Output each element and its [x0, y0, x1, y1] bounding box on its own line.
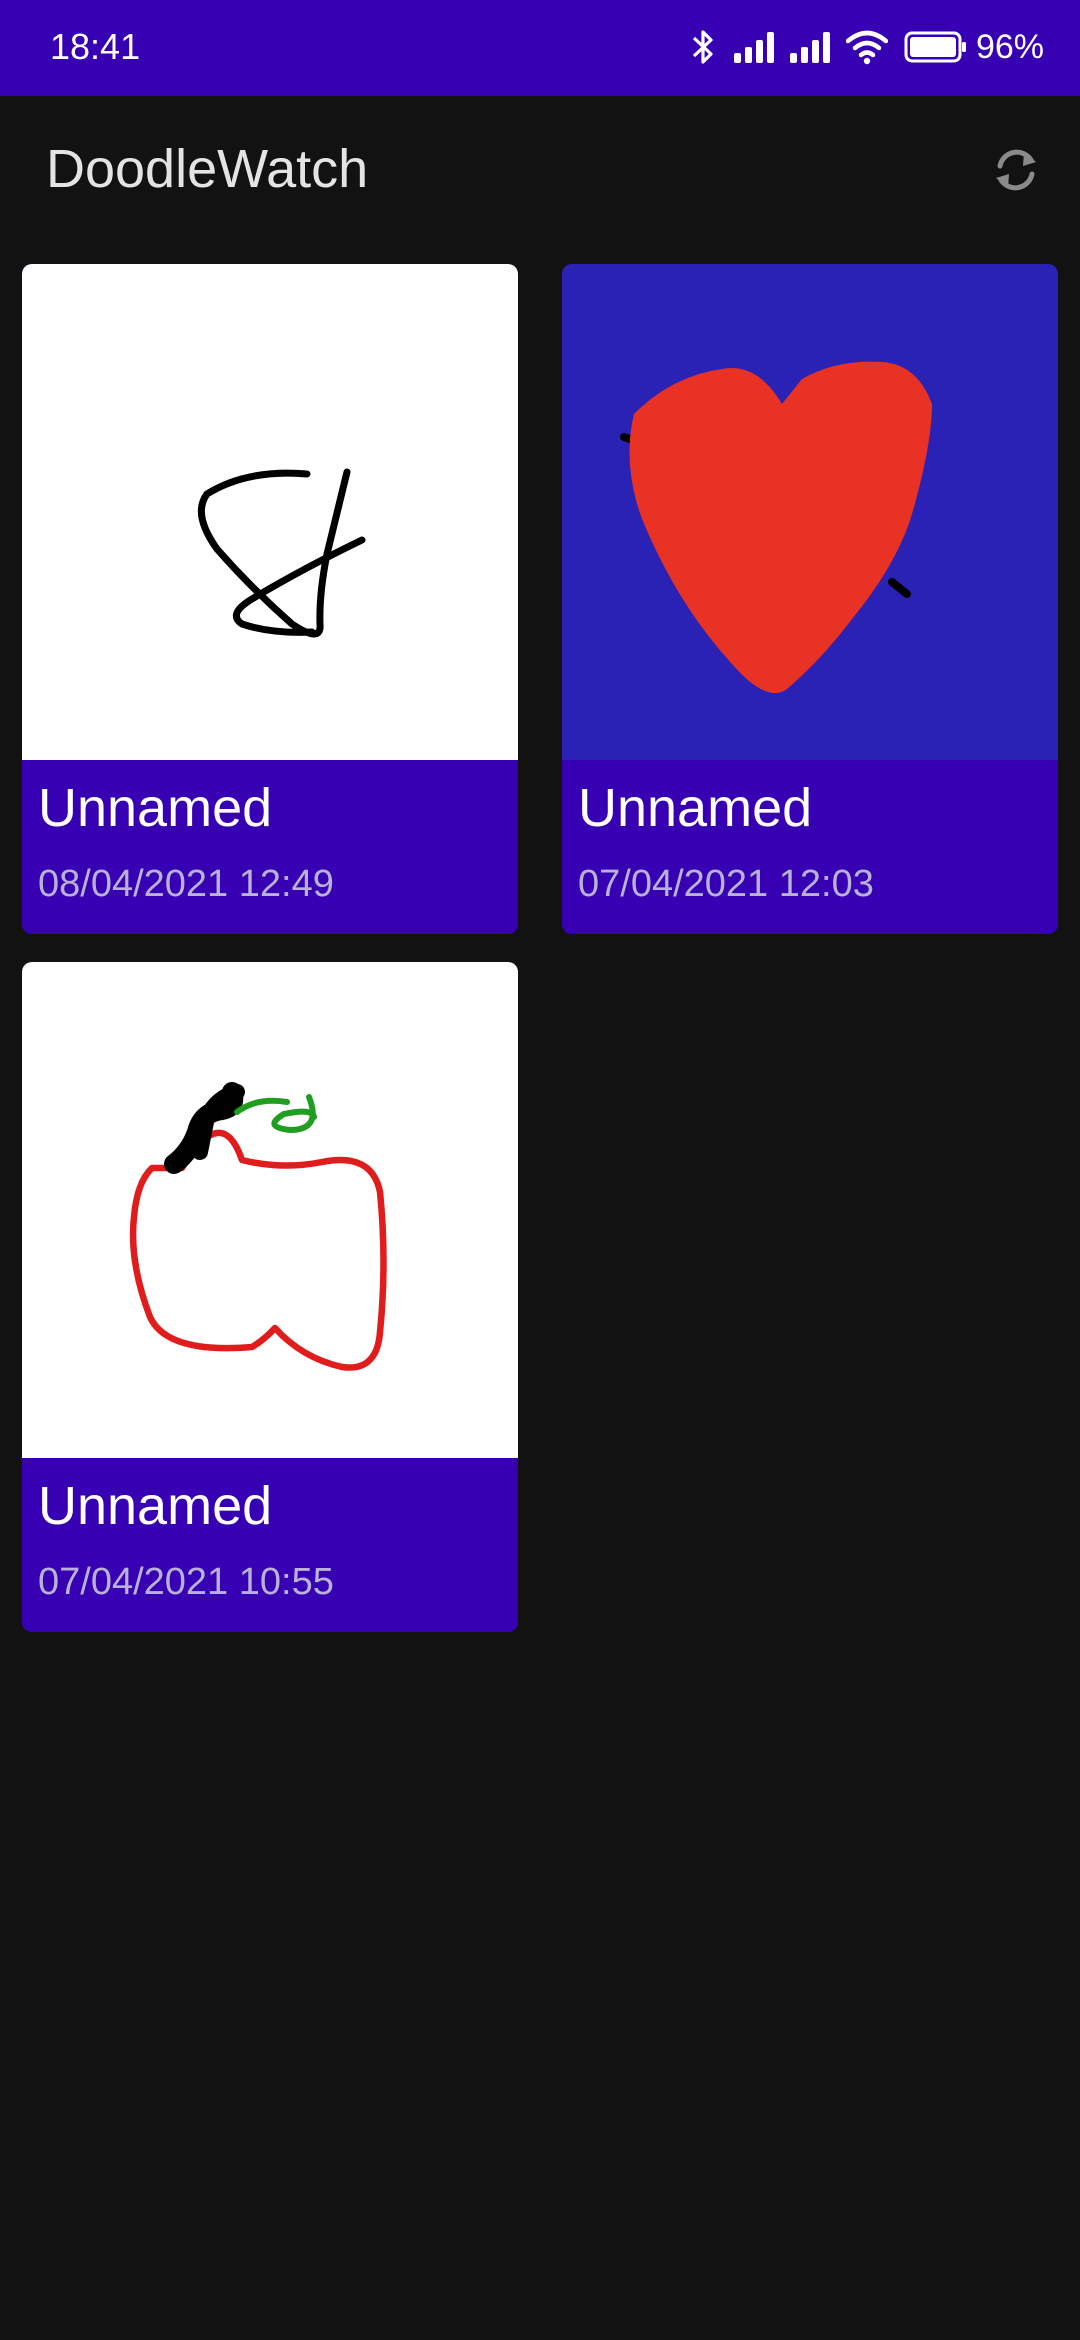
- bluetooth-icon: [690, 27, 716, 67]
- sync-button[interactable]: [982, 138, 1050, 206]
- signal-icon: [788, 29, 836, 65]
- app-bar: DoodleWatch: [0, 96, 1080, 248]
- card-title: Unnamed: [38, 778, 273, 838]
- card-date: 07/04/2021 10:55: [38, 1561, 334, 1603]
- doodle-card[interactable]: Unnamed 07/04/2021 12:03: [562, 264, 1058, 934]
- doodle-thumbnail-heart: [562, 264, 1058, 760]
- signal-icon: [732, 29, 780, 65]
- status-icons: 96%: [690, 22, 1044, 72]
- status-bar: 18:41 96%: [0, 0, 1080, 96]
- doodle-thumbnail-scribble: [22, 264, 518, 760]
- doodle-card[interactable]: Unnamed 08/04/2021 12:49: [22, 264, 518, 934]
- card-date: 07/04/2021 12:03: [578, 863, 874, 905]
- card-title: Unnamed: [38, 1476, 273, 1536]
- card-date: 08/04/2021 12:49: [38, 863, 334, 905]
- doodle-thumbnail-apple: [22, 962, 518, 1458]
- wifi-icon: [845, 29, 888, 65]
- app-title: DoodleWatch: [46, 139, 369, 199]
- status-time: 18:41: [50, 26, 141, 67]
- doodle-card[interactable]: Unnamed 07/04/2021 10:55: [22, 962, 518, 1632]
- battery-percentage: 96%: [975, 27, 1044, 66]
- sync-icon: [988, 142, 1044, 203]
- battery-icon: [904, 30, 968, 64]
- card-footer: Unnamed 07/04/2021 10:55: [22, 1458, 518, 1632]
- card-footer: Unnamed 07/04/2021 12:03: [562, 760, 1058, 934]
- card-title: Unnamed: [578, 778, 813, 838]
- card-footer: Unnamed 08/04/2021 12:49: [22, 760, 518, 934]
